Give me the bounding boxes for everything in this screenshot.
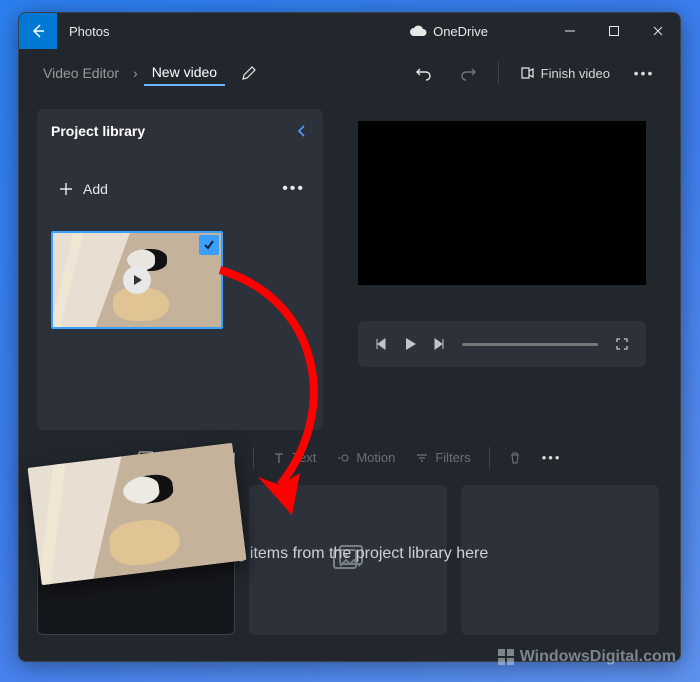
ellipsis-icon: •••	[542, 450, 562, 465]
prev-frame-button[interactable]	[368, 330, 396, 358]
library-clip-thumbnail[interactable]	[51, 231, 223, 329]
project-library-panel: Project library Add •••	[37, 109, 323, 430]
text-button[interactable]: Text	[264, 444, 324, 471]
preview-column	[341, 109, 662, 430]
maximize-button[interactable]	[592, 13, 636, 49]
pencil-icon	[241, 65, 257, 81]
storyboard-slot[interactable]	[37, 485, 235, 635]
redo-icon	[459, 64, 477, 82]
storyboard-toolbar: Add title card Text Motion Filters •••	[19, 436, 680, 475]
motion-button[interactable]: Motion	[328, 444, 403, 471]
trash-icon	[508, 451, 522, 465]
add-title-card-button[interactable]: Add title card	[130, 444, 244, 471]
play-overlay-icon	[123, 266, 151, 294]
close-button[interactable]	[636, 13, 680, 49]
storyboard-more-button[interactable]: •••	[534, 444, 570, 471]
cloud-icon	[409, 25, 427, 37]
ellipsis-icon: •••	[634, 65, 655, 81]
breadcrumb-bar: Video Editor › New video Finish video ••…	[19, 49, 680, 97]
separator	[253, 447, 254, 469]
text-icon	[272, 451, 286, 465]
breadcrumb-current[interactable]: New video	[144, 60, 225, 86]
filters-icon	[415, 451, 429, 465]
separator	[498, 62, 499, 84]
more-options-button[interactable]: •••	[624, 53, 664, 93]
breadcrumb-root[interactable]: Video Editor	[35, 61, 127, 85]
ellipsis-icon: •••	[282, 180, 305, 197]
storyboard-slot[interactable]	[249, 485, 447, 635]
filters-button[interactable]: Filters	[407, 444, 478, 471]
plus-icon	[59, 182, 73, 196]
next-frame-button[interactable]	[424, 330, 452, 358]
playback-controls	[358, 321, 646, 367]
separator	[489, 447, 490, 469]
export-icon	[519, 65, 535, 81]
delete-clip-button[interactable]	[500, 445, 530, 471]
app-window: Photos OneDrive Video Editor › New video…	[18, 12, 681, 662]
minimize-button[interactable]	[548, 13, 592, 49]
title-bar: Photos OneDrive	[19, 13, 680, 49]
motion-icon	[336, 451, 350, 465]
undo-icon	[415, 64, 433, 82]
fullscreen-button[interactable]	[608, 330, 636, 358]
library-more-button[interactable]: •••	[278, 176, 309, 202]
finish-video-button[interactable]: Finish video	[509, 59, 620, 87]
storyboard-track[interactable]: Drag items from the project library here	[19, 475, 680, 661]
app-title: Photos	[69, 24, 109, 39]
preview-canvas	[358, 121, 646, 285]
editor-body: Project library Add •••	[19, 97, 680, 436]
play-button[interactable]	[396, 330, 424, 358]
chevron-left-icon[interactable]	[295, 124, 309, 138]
undo-button[interactable]	[404, 53, 444, 93]
title-card-icon	[138, 451, 154, 465]
library-title: Project library	[51, 123, 145, 139]
chevron-right-icon: ›	[133, 65, 138, 81]
back-button[interactable]	[19, 13, 57, 49]
rename-button[interactable]	[229, 53, 269, 93]
add-media-button[interactable]: Add	[51, 175, 116, 203]
storyboard-slot[interactable]	[461, 485, 659, 635]
selected-checkmark-icon	[199, 235, 219, 255]
redo-button[interactable]	[448, 53, 488, 93]
onedrive-status[interactable]: OneDrive	[409, 24, 488, 39]
seek-slider[interactable]	[462, 343, 598, 346]
media-placeholder-icon	[330, 542, 366, 578]
